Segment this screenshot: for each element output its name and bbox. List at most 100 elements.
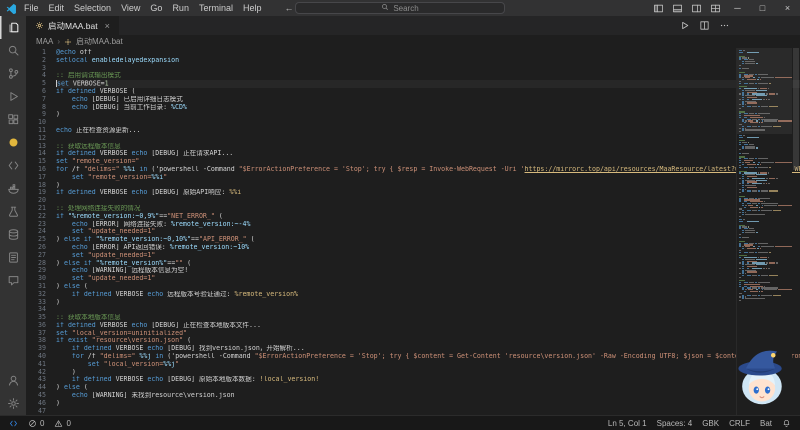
command-center[interactable]: Search xyxy=(295,2,505,14)
code-line[interactable]: @echo off xyxy=(56,49,800,57)
code-line[interactable] xyxy=(56,119,800,127)
language-mode[interactable]: Bat xyxy=(755,416,777,430)
code-line[interactable]: ) else ( xyxy=(56,283,800,291)
code-line[interactable]: if defined VERBOSE echo [DEBUG] 正在请求API.… xyxy=(56,150,800,158)
activity-account[interactable] xyxy=(0,369,26,392)
code-line[interactable]: echo [ERROR] 网络连接失败: %remote_version:~-4… xyxy=(56,221,800,229)
menu-view[interactable]: View xyxy=(116,3,145,13)
code-line[interactable] xyxy=(56,197,800,205)
code-line[interactable]: set "remote_version=%%i" xyxy=(56,174,800,182)
activity-notebook[interactable] xyxy=(0,246,26,269)
run-button[interactable] xyxy=(679,20,690,31)
titlebar-layout-group xyxy=(649,3,725,14)
code-line[interactable]: ) xyxy=(56,299,800,307)
editor: 1234567891011121314151617181920212223242… xyxy=(26,48,800,415)
code-line[interactable]: :: 处理网络连接失败的情况 xyxy=(56,205,800,213)
split-editor-button[interactable] xyxy=(699,20,710,31)
code-line[interactable] xyxy=(56,135,800,143)
code-line[interactable]: if "%remote_version:~0,9%"=="NET_ERROR_"… xyxy=(56,213,800,221)
code-line[interactable]: set "local_version=uninitialized" xyxy=(56,330,800,338)
tab-active[interactable]: 启动MAA.bat × xyxy=(26,16,119,35)
code-line[interactable]: setlocal enabledelayedexpansion xyxy=(56,57,800,65)
code-line[interactable] xyxy=(56,408,800,415)
code-line[interactable]: if defined VERBOSE ( xyxy=(56,88,800,96)
toggle-panel-button[interactable] xyxy=(668,3,687,14)
code-line[interactable]: set VERBOSE=1 xyxy=(56,80,800,88)
activity-explorer[interactable] xyxy=(0,16,26,39)
code-line[interactable]: echo [DEBUG] 当前工作目录: %CD% xyxy=(56,104,800,112)
code-line[interactable]: echo [DEBUG] 已启用详细日志模式 xyxy=(56,96,800,104)
activity-run-debug[interactable] xyxy=(0,85,26,108)
activity-extensions[interactable] xyxy=(0,108,26,131)
code-line[interactable]: set "remote_version=" xyxy=(56,158,800,166)
code-line[interactable]: :: 获取远程版本信息 xyxy=(56,143,800,151)
activity-database[interactable] xyxy=(0,223,26,246)
menu-help[interactable]: Help xyxy=(238,3,267,13)
code-line[interactable]: echo 正在检查资源更新... xyxy=(56,127,800,135)
code-line[interactable]: ) else if "%remote_version:~0,10%"=="API… xyxy=(56,236,800,244)
problems-warnings[interactable]: 0 xyxy=(49,416,75,430)
code-line[interactable]: if defined VERBOSE echo [DEBUG] 找到versio… xyxy=(56,345,800,353)
code-line[interactable]: if defined VERBOSE echo [DEBUG] 原始本地版本数据… xyxy=(56,376,800,384)
activity-search[interactable] xyxy=(0,39,26,62)
code-line[interactable]: set "update_needed=1" xyxy=(56,275,800,283)
code-line[interactable]: :: 获取本地版本信息 xyxy=(56,314,800,322)
customize-layout-button[interactable] xyxy=(706,3,725,14)
code-line[interactable]: echo [WARNING] 远程版本信息为空! xyxy=(56,267,800,275)
error-icon xyxy=(28,419,37,428)
close-button[interactable]: × xyxy=(775,3,800,13)
menu-run[interactable]: Run xyxy=(167,3,194,13)
eol[interactable]: CRLF xyxy=(724,416,755,430)
cursor-position[interactable]: Ln 5, Col 1 xyxy=(603,416,652,430)
chevron-right-icon: › xyxy=(57,37,60,46)
activity-source-control[interactable] xyxy=(0,62,26,85)
more-actions-button[interactable] xyxy=(719,20,730,31)
encoding[interactable]: GBK xyxy=(697,416,724,430)
indentation[interactable]: Spaces: 4 xyxy=(652,416,698,430)
code-line[interactable] xyxy=(56,65,800,73)
code-line[interactable]: ) else if "%remote_version%"=="" ( xyxy=(56,260,800,268)
code-line[interactable]: ) xyxy=(56,182,800,190)
scrollbar-thumb[interactable] xyxy=(793,48,799,170)
maximize-button[interactable]: □ xyxy=(750,3,775,13)
code-line[interactable]: for /f "delims=" %%j in ('powershell -Co… xyxy=(56,353,800,361)
notifications[interactable] xyxy=(777,416,796,430)
breadcrumb-folder[interactable]: MAA xyxy=(36,37,53,46)
activity-docker[interactable] xyxy=(0,177,26,200)
tab-close-icon[interactable]: × xyxy=(105,21,110,31)
code-line[interactable]: echo [ERROR] API返回错误: %remote_version:~1… xyxy=(56,244,800,252)
menu-edit[interactable]: Edit xyxy=(44,3,70,13)
toggle-secondary-sidebar-button[interactable] xyxy=(687,3,706,14)
code-line[interactable]: set "local_version=%%j" xyxy=(56,361,800,369)
code-line[interactable]: set "update_needed=1" xyxy=(56,252,800,260)
code-line[interactable]: if exist "resource\version.json" ( xyxy=(56,337,800,345)
code-line[interactable]: echo [WARNING] 未找到resource\version.json xyxy=(56,392,800,400)
minimize-button[interactable]: ─ xyxy=(725,3,750,13)
code-line[interactable] xyxy=(56,306,800,314)
back-button[interactable]: ← xyxy=(284,3,293,13)
code-line[interactable]: ) else ( xyxy=(56,384,800,392)
code-line[interactable]: :: 启用调试输出模式 xyxy=(56,72,800,80)
code-line[interactable]: ) xyxy=(56,400,800,408)
code-line[interactable]: for /f "delims=" %%i in ('powershell -Co… xyxy=(56,166,800,174)
code-area[interactable]: @echo offsetlocal enabledelayedexpansion… xyxy=(52,48,800,415)
problems-errors[interactable]: 0 xyxy=(23,416,49,430)
breadcrumb-file[interactable]: 启动MAA.bat xyxy=(76,36,123,47)
activity-extension-yellow[interactable] xyxy=(0,131,26,154)
activity-testing[interactable] xyxy=(0,200,26,223)
code-line[interactable]: if defined VERBOSE echo [DEBUG] 原始API响应:… xyxy=(56,189,800,197)
menu-file[interactable]: File xyxy=(19,3,44,13)
menu-go[interactable]: Go xyxy=(145,3,167,13)
activity-chat[interactable] xyxy=(0,269,26,292)
code-line[interactable]: set "update_needed=1" xyxy=(56,228,800,236)
menu-terminal[interactable]: Terminal xyxy=(194,3,238,13)
code-line[interactable]: if defined VERBOSE echo [DEBUG] 正在检查本地版本… xyxy=(56,322,800,330)
menu-selection[interactable]: Selection xyxy=(69,3,116,13)
remote-indicator[interactable] xyxy=(4,416,23,430)
activity-remote-explorer[interactable] xyxy=(0,154,26,177)
activity-settings[interactable] xyxy=(0,392,26,415)
code-line[interactable]: ) xyxy=(56,111,800,119)
toggle-sidebar-button[interactable] xyxy=(649,3,668,14)
code-line[interactable]: if defined VERBOSE echo 远程版本号验证通过: %remo… xyxy=(56,291,800,299)
code-line[interactable]: ) xyxy=(56,369,800,377)
